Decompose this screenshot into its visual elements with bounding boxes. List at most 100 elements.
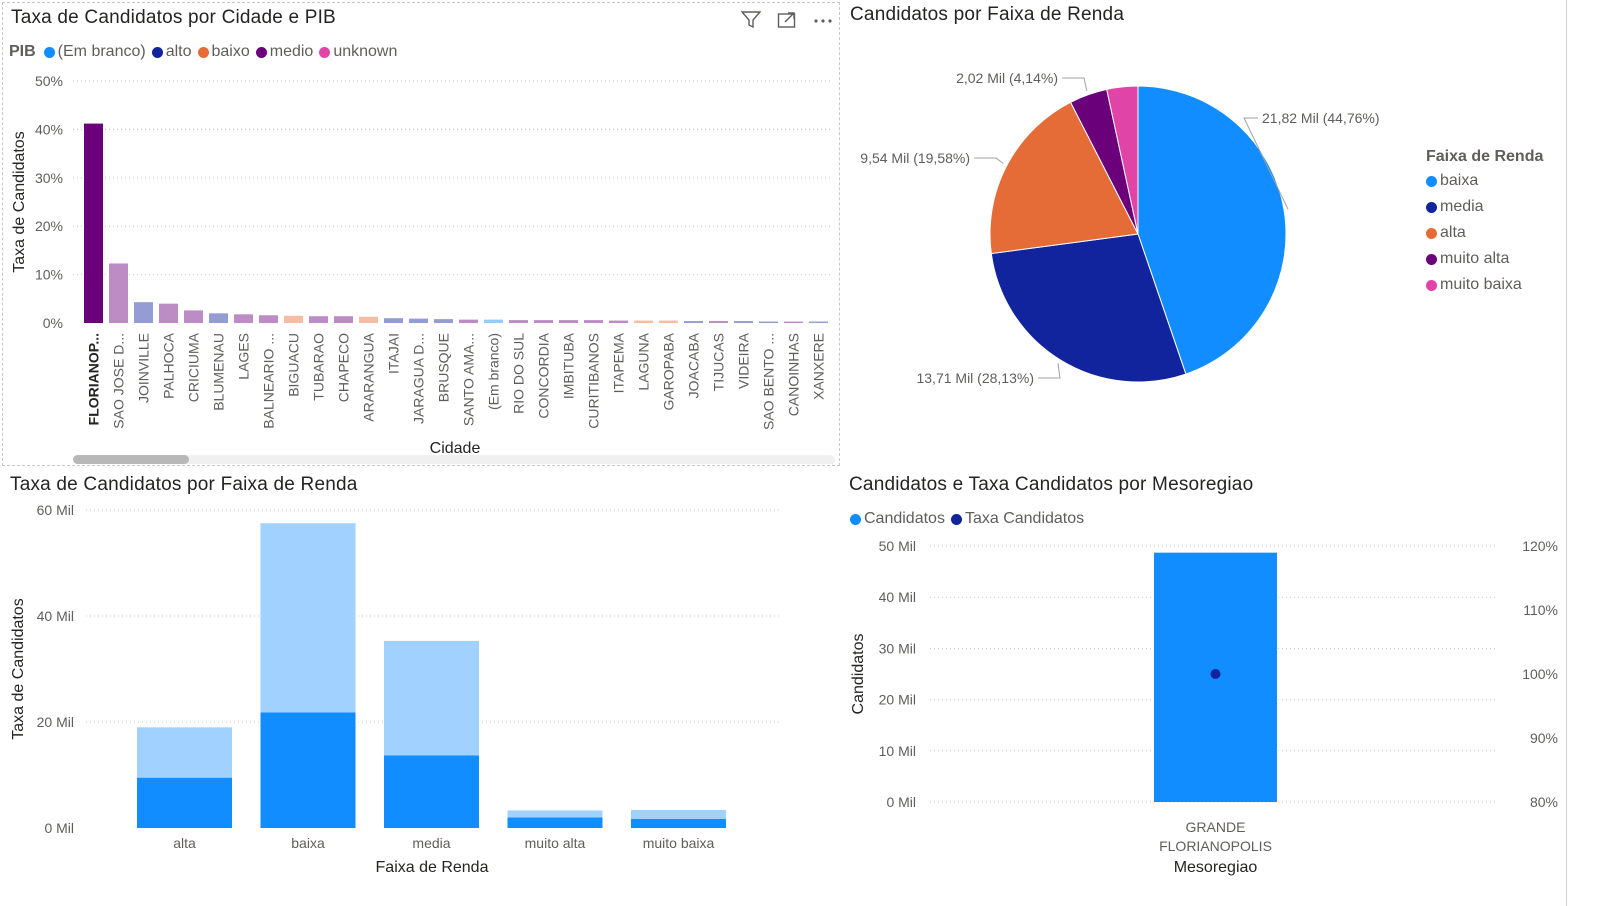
x-tick-label: JOINVILLE — [136, 333, 152, 403]
y-tick-label: 0 Mil — [44, 820, 74, 836]
x-tick-label: CRICIUMA — [186, 332, 202, 402]
x-tick-label: JOACABA — [686, 332, 702, 398]
bar — [284, 315, 303, 323]
x-tick-label: media — [412, 835, 450, 851]
data-label: 2,02 Mil (4,14%) — [956, 70, 1058, 86]
y-tick-label: 20% — [35, 218, 63, 234]
x-tick-label: SAO BENTO ... — [761, 333, 777, 430]
y-tick-label: 50% — [35, 73, 63, 89]
bar — [709, 321, 728, 323]
legend-label: baixo — [211, 43, 250, 60]
legend-dot — [950, 513, 962, 525]
bar — [509, 320, 528, 323]
legend-label: Taxa Candidatos — [964, 510, 1085, 527]
legend-label: media — [1440, 198, 1484, 215]
y-axis-label: Taxa de Candidatos — [11, 131, 28, 272]
legend-dot — [43, 46, 55, 58]
bar — [459, 319, 478, 323]
y-tick-label: 10 Mil — [879, 743, 916, 759]
x-tick-label: IMBITUBA — [561, 332, 577, 399]
bar — [559, 320, 578, 323]
bar-segment — [631, 818, 726, 828]
horizontal-scrollbar[interactable] — [73, 455, 835, 464]
legend-item-muito-baixa[interactable]: muito baixa — [1426, 276, 1537, 294]
x-tick-label: CONCORDIA — [536, 332, 552, 418]
legend-dot — [319, 46, 331, 58]
legend-item-muito-alta[interactable]: muito alta — [1426, 250, 1537, 268]
bar — [784, 321, 803, 323]
bar — [359, 316, 378, 323]
x-tick-label: BRUSQUE — [436, 333, 452, 402]
legend-dot — [197, 46, 209, 58]
visual-title: Candidatos por Faixa de Renda — [850, 4, 1125, 25]
legend-dot — [1426, 253, 1437, 265]
focus-mode-icon[interactable] — [777, 11, 797, 34]
legend-item-media[interactable]: media — [1426, 198, 1537, 216]
x-tick-label: GAROPABA — [661, 332, 677, 410]
more-options-icon[interactable] — [813, 11, 833, 34]
x-tick-label: TUBARAO — [311, 333, 327, 401]
bar-segment — [137, 777, 232, 828]
legend-item-medio[interactable]: medio — [255, 43, 314, 61]
legend-item-baixo[interactable]: baixo — [197, 43, 250, 61]
x-axis-label: Mesoregiao — [1174, 859, 1258, 876]
x-tick-label: baixa — [291, 835, 325, 851]
bar-segment — [137, 727, 232, 778]
x-tick-label: (Em branco) — [486, 333, 502, 410]
x-tick-label: JARAGUA D... — [411, 333, 427, 424]
bar-segment — [507, 810, 603, 818]
y-tick-label: 40% — [35, 121, 63, 137]
bar — [659, 320, 678, 323]
canvas-right-border — [1566, 0, 1567, 906]
legend-item-candidatos[interactable]: Candidatos — [850, 510, 945, 528]
visual-pie-faixa-renda[interactable]: Candidatos por Faixa de Renda 21,82 Mil … — [846, 0, 1566, 466]
bar — [759, 321, 778, 323]
x-tick-label: BIGUACU — [286, 333, 302, 397]
legend-title: Faixa de Renda — [1426, 148, 1544, 165]
y2-tick-label: 90% — [1530, 730, 1558, 746]
legend-item-unknown[interactable]: unknown — [319, 43, 397, 61]
legend-item-taxa-candidatos[interactable]: Taxa Candidatos — [950, 510, 1085, 528]
visual-taxa-cidade-pib[interactable]: Taxa de Candidatos por Cidade e PIB PIB … — [2, 2, 840, 466]
x-tick-label: FLORIANOPOLIS — [1159, 838, 1272, 854]
visual-mesoregiao[interactable]: Candidatos e Taxa Candidatos por Mesoreg… — [846, 470, 1566, 906]
x-tick-label: CHAPECO — [336, 333, 352, 402]
bar — [184, 310, 203, 323]
x-tick-label: GRANDE — [1186, 819, 1246, 835]
legend-label: Candidatos — [864, 510, 945, 527]
legend-label: muito alta — [1440, 250, 1510, 267]
legend-label: muito baixa — [1440, 276, 1522, 293]
legend-label: medio — [269, 43, 314, 60]
legend-dot — [1426, 279, 1437, 291]
bar-segment — [631, 809, 726, 819]
y-tick-label: 30 Mil — [879, 640, 916, 656]
x-tick-label: TIJUCAS — [711, 333, 727, 391]
filter-icon[interactable] — [740, 11, 762, 34]
legend-item-blank[interactable]: (Em branco) — [43, 43, 146, 61]
legend-item-baixa[interactable]: baixa — [1426, 172, 1537, 190]
legend-item-alto[interactable]: alto — [151, 43, 192, 61]
legend-dot — [1426, 175, 1437, 187]
x-tick-label: BLUMENAU — [211, 333, 227, 411]
label-leader — [1038, 363, 1061, 379]
bar — [309, 316, 328, 323]
bar — [684, 321, 703, 323]
x-tick-label: alta — [173, 835, 196, 851]
bar — [384, 318, 403, 323]
label-leader — [1062, 77, 1088, 91]
legend-dot — [1426, 227, 1437, 239]
bar — [409, 318, 428, 323]
x-tick-label: ITAJAI — [386, 333, 402, 374]
y-tick-label: 60 Mil — [37, 502, 74, 518]
bar — [84, 123, 103, 323]
visual-taxa-faixa-renda[interactable]: Taxa de Candidatos por Faixa de Renda 0 … — [2, 470, 840, 906]
legend-label: alta — [1440, 224, 1466, 241]
scrollbar-thumb[interactable] — [73, 455, 189, 464]
legend-item-alta[interactable]: alta — [1426, 224, 1537, 242]
x-tick-label: ITAPEMA — [611, 332, 627, 393]
x-tick-label: ARARANGUA — [361, 332, 377, 421]
chart1-svg: 0% 10% 20% 30% 40% 50% Taxa de Candidatos FLORI… — [11, 73, 833, 455]
chart1-legend: PIB (Em branco) alto baixo medio unknown — [9, 43, 403, 61]
bar — [484, 319, 503, 323]
bar — [109, 263, 128, 323]
